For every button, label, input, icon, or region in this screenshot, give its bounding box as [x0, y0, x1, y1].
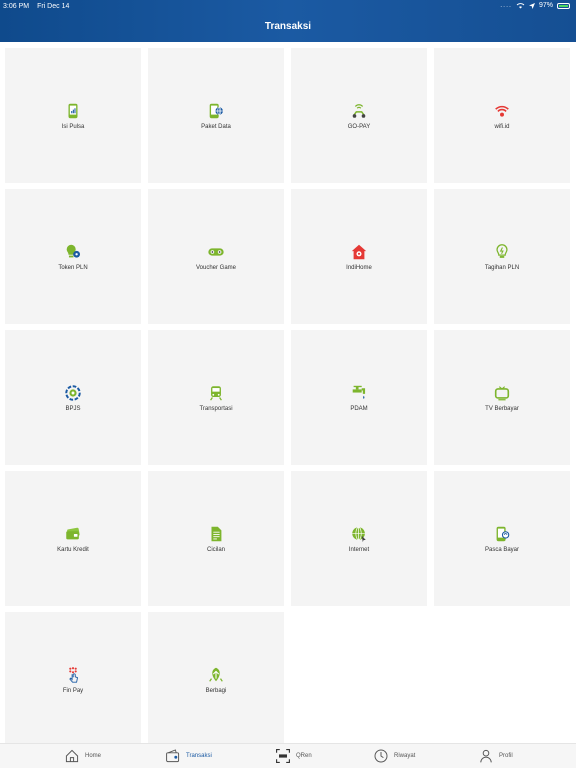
tile-label: GO-PAY: [347, 123, 371, 130]
phone-refresh-icon: [496, 526, 510, 541]
page-title: Transaksi: [264, 21, 312, 32]
tile-token-pln[interactable]: Token PLN: [5, 189, 141, 324]
clock-icon: [374, 749, 388, 763]
tile-label: Token PLN: [58, 264, 88, 271]
tile-label: wifi.id: [494, 123, 510, 130]
tile-voucher-game[interactable]: Voucher Game: [148, 189, 284, 324]
tile-transportasi[interactable]: Transportasi: [148, 330, 284, 465]
tile-indihome[interactable]: IndiHome: [291, 189, 427, 324]
bulb-token-icon: [66, 244, 81, 258]
nav-transaksi[interactable]: Transaksi: [165, 748, 212, 764]
credit-card-icon: [66, 527, 80, 539]
home-icon: [65, 749, 79, 763]
battery-percent: 97%: [538, 2, 553, 9]
tile-fin-pay[interactable]: Fin Pay: [5, 612, 141, 747]
tile-berbagi[interactable]: Berbagi: [148, 612, 284, 747]
tile-wifi-id[interactable]: wifi.id: [434, 48, 570, 183]
nav-home[interactable]: Home: [64, 748, 101, 764]
gamepad-icon: [208, 247, 224, 256]
user-icon: [480, 749, 492, 763]
app-header: 3:06 PM Fri Dec 14 .... 97% Transaksi: [0, 0, 576, 42]
status-bar: 3:06 PM Fri Dec 14 .... 97%: [0, 0, 576, 14]
bottom-nav: Home Transaksi QRen Riwayat Profil: [0, 743, 576, 768]
status-date: Fri Dec 14: [37, 3, 70, 10]
train-icon: [210, 385, 222, 401]
tile-internet[interactable]: Internet: [291, 471, 427, 606]
lightbulb-icon: [496, 243, 508, 258]
qr-scan-icon: [276, 749, 290, 763]
phone-signal-icon: [68, 103, 78, 118]
nav-label: Riwayat: [394, 753, 416, 759]
tile-tagihan-pln[interactable]: Tagihan PLN: [434, 189, 570, 324]
status-time-text: 3:06 PM: [3, 3, 30, 10]
phone-globe-icon: [209, 103, 223, 118]
tile-label: TV Berbayar: [485, 405, 519, 412]
tv-icon: [494, 385, 510, 400]
tile-label: IndiHome: [346, 264, 372, 271]
nav-profil[interactable]: Profil: [478, 748, 513, 764]
tile-bpjs[interactable]: BPJS: [5, 330, 141, 465]
scooter-icon: [352, 103, 366, 118]
tile-pdam[interactable]: PDAM: [291, 330, 427, 465]
location-icon: [528, 2, 535, 9]
bpjs-logo-icon: [65, 384, 81, 401]
nav-label: Home: [85, 753, 102, 759]
tile-label: Kartu Kredit: [57, 546, 89, 553]
tile-label: Isi Pulsa: [61, 123, 85, 130]
nav-qren[interactable]: QRen: [275, 748, 312, 764]
tile-label: Voucher Game: [195, 264, 237, 271]
signal-dots: ....: [500, 2, 512, 9]
tile-label: Pasca Bayar: [484, 546, 520, 553]
tile-label: BPJS: [65, 405, 81, 412]
tile-label: PDAM: [350, 405, 368, 412]
wifi-icon: [495, 105, 509, 117]
tile-label: Fin Pay: [62, 687, 84, 694]
tile-label: Tagihan PLN: [484, 264, 520, 271]
tile-label: Paket Data: [201, 123, 231, 130]
tile-label: Cicilan: [206, 546, 225, 553]
tile-pasca-bayar[interactable]: Pasca Bayar: [434, 471, 570, 606]
wallet-icon: [166, 749, 180, 763]
house-icon: [351, 244, 367, 259]
tile-isi-pulsa[interactable]: Isi Pulsa: [5, 48, 141, 183]
tile-label: Internet: [348, 546, 370, 553]
wifi-status-icon: [516, 3, 525, 9]
water-tap-icon: [352, 385, 366, 399]
status-time: 3:06 PM Fri Dec 14: [3, 3, 69, 10]
transaction-grid: Isi Pulsa Paket Data GO-PAY wifi.id Toke…: [5, 48, 571, 747]
globe-icon: [352, 526, 366, 542]
tile-cicilan[interactable]: Cicilan: [148, 471, 284, 606]
share-icon: [209, 667, 223, 682]
document-icon: [211, 526, 222, 541]
tile-kartu-kredit[interactable]: Kartu Kredit: [5, 471, 141, 606]
finpay-icon: [69, 666, 79, 683]
nav-label: Transaksi: [186, 753, 212, 759]
tile-tv-berbayar[interactable]: TV Berbayar: [434, 330, 570, 465]
nav-label: Profil: [499, 753, 513, 759]
battery-icon: [557, 2, 570, 9]
nav-riwayat[interactable]: Riwayat: [373, 748, 415, 764]
tile-go-pay[interactable]: GO-PAY: [291, 48, 427, 183]
tile-label: Transportasi: [199, 405, 233, 412]
tile-paket-data[interactable]: Paket Data: [148, 48, 284, 183]
status-indicators: .... 97%: [500, 2, 570, 9]
tile-label: Berbagi: [205, 687, 227, 694]
nav-label: QRen: [296, 753, 312, 759]
